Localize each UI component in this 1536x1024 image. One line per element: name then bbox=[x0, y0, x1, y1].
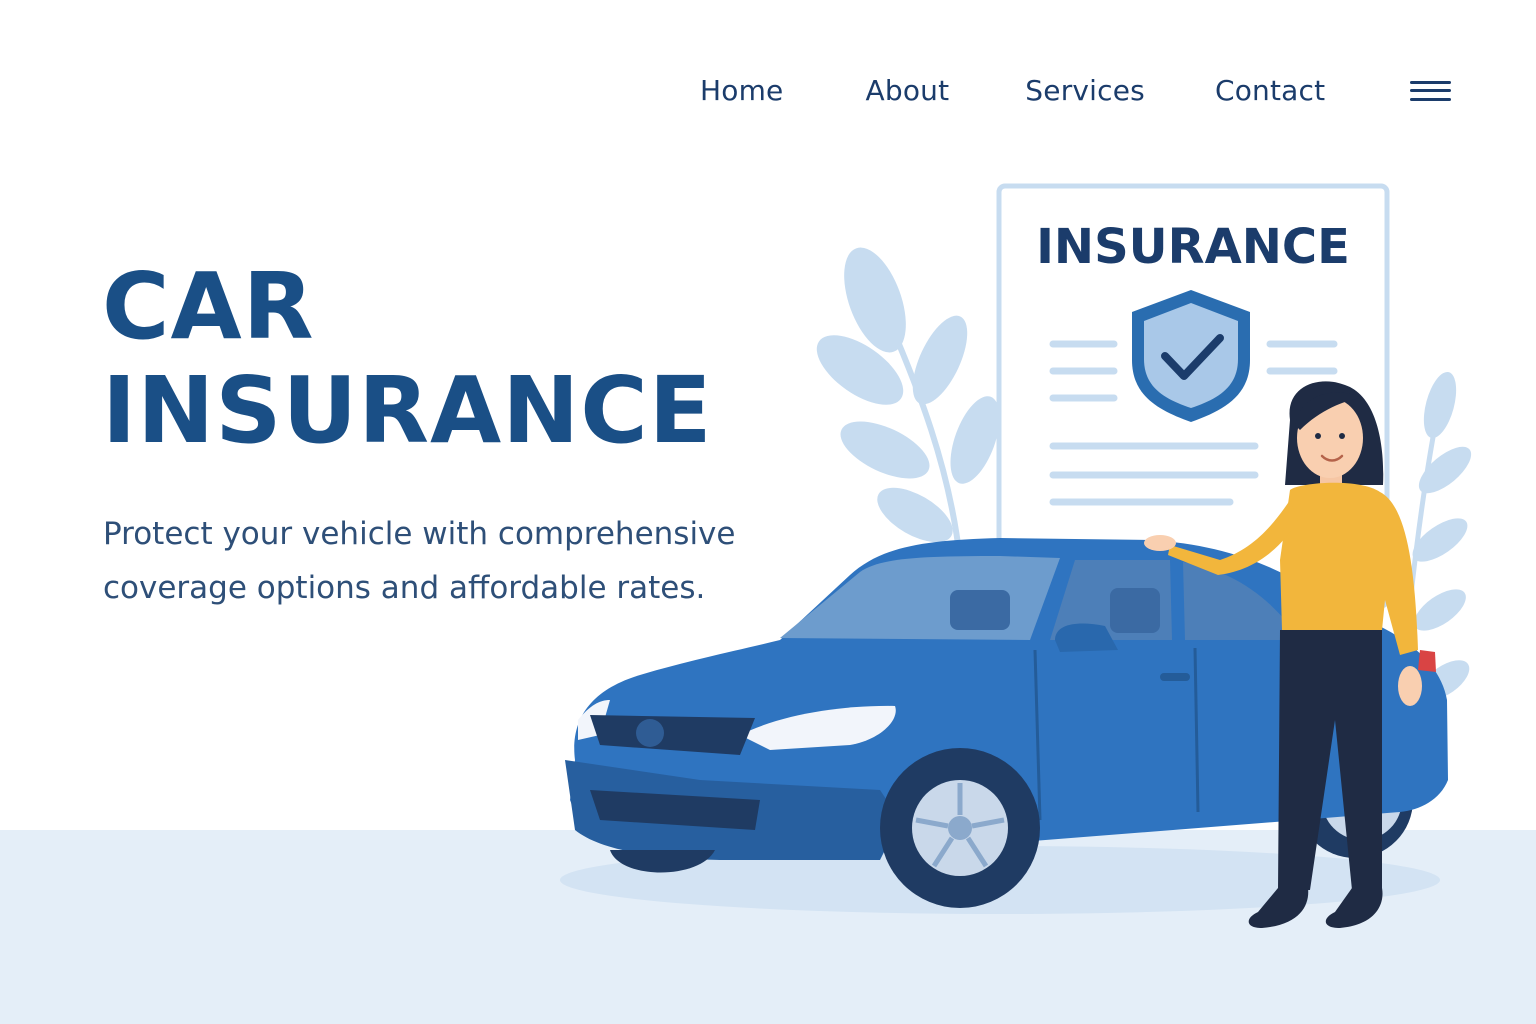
nav-home-link[interactable]: Home bbox=[700, 70, 784, 112]
hamburger-line bbox=[1410, 81, 1451, 84]
ground-band bbox=[0, 830, 1536, 1024]
hamburger-line bbox=[1410, 89, 1451, 92]
insurance-document: INSURANCE bbox=[996, 183, 1390, 609]
nav-services-link[interactable]: Services bbox=[1025, 70, 1145, 112]
document-title: INSURANCE bbox=[1036, 219, 1350, 275]
hero-title: CAR INSURANCE bbox=[102, 255, 713, 463]
document-lines bbox=[1049, 340, 1338, 506]
hero-title-line2: INSURANCE bbox=[102, 357, 713, 464]
hero-title-line1: CAR bbox=[102, 253, 315, 360]
landing-page: INSURANCE Home About Services Contact CA… bbox=[0, 0, 1536, 1024]
nav-about-link[interactable]: About bbox=[866, 70, 950, 112]
main-nav: Home About Services Contact bbox=[700, 70, 1325, 112]
hero-subtitle: Protect your vehicle with comprehensive … bbox=[103, 516, 736, 606]
hamburger-line bbox=[1410, 98, 1451, 101]
leaves-left bbox=[816, 247, 1000, 561]
nav-contact-link[interactable]: Contact bbox=[1215, 70, 1325, 112]
shield-check-icon bbox=[1132, 290, 1250, 422]
leaves-right bbox=[1397, 371, 1472, 701]
hamburger-menu-icon[interactable] bbox=[1410, 79, 1451, 105]
